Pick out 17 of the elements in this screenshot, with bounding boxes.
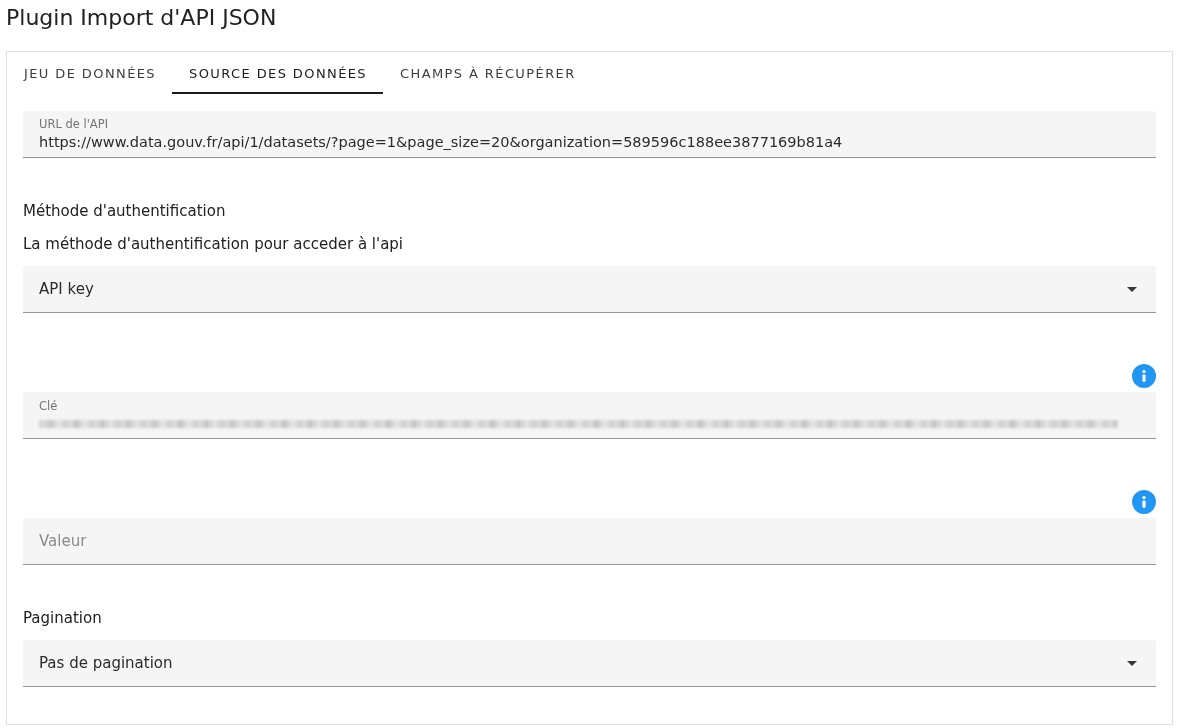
field-label: Clé	[39, 398, 58, 414]
text-field[interactable]: Clé	[23, 392, 1156, 439]
dropdown-field[interactable]: Pas de pagination	[23, 640, 1156, 687]
section-heading: Pagination	[23, 608, 102, 628]
dropdown-field[interactable]: API key	[23, 266, 1156, 313]
hint-text: La méthode d'authentification pour acceder à l'api	[23, 234, 404, 254]
text-field[interactable]: URL de l'API https://www.data.gouv.fr/api/1/datasets/?page=1&page_size=20&organization=589596c188ee3877169b81a4	[23, 111, 1156, 158]
tab[interactable]: CHAMPS À RÉCUPÉRER	[383, 52, 592, 94]
caret-icon	[1127, 286, 1137, 292]
caret-icon	[1127, 660, 1137, 666]
section-heading: Méthode d'authentification	[23, 201, 226, 221]
page-title: Plugin Import d'API JSON	[6, 4, 277, 32]
field-label: URL de l'API	[39, 116, 109, 132]
info-icon[interactable]	[1132, 364, 1156, 388]
tab[interactable]: SOURCE DES DONNÉES	[172, 52, 384, 94]
info-icon[interactable]	[1132, 490, 1156, 514]
tab[interactable]: JEU DE DONNÉES	[7, 52, 173, 94]
